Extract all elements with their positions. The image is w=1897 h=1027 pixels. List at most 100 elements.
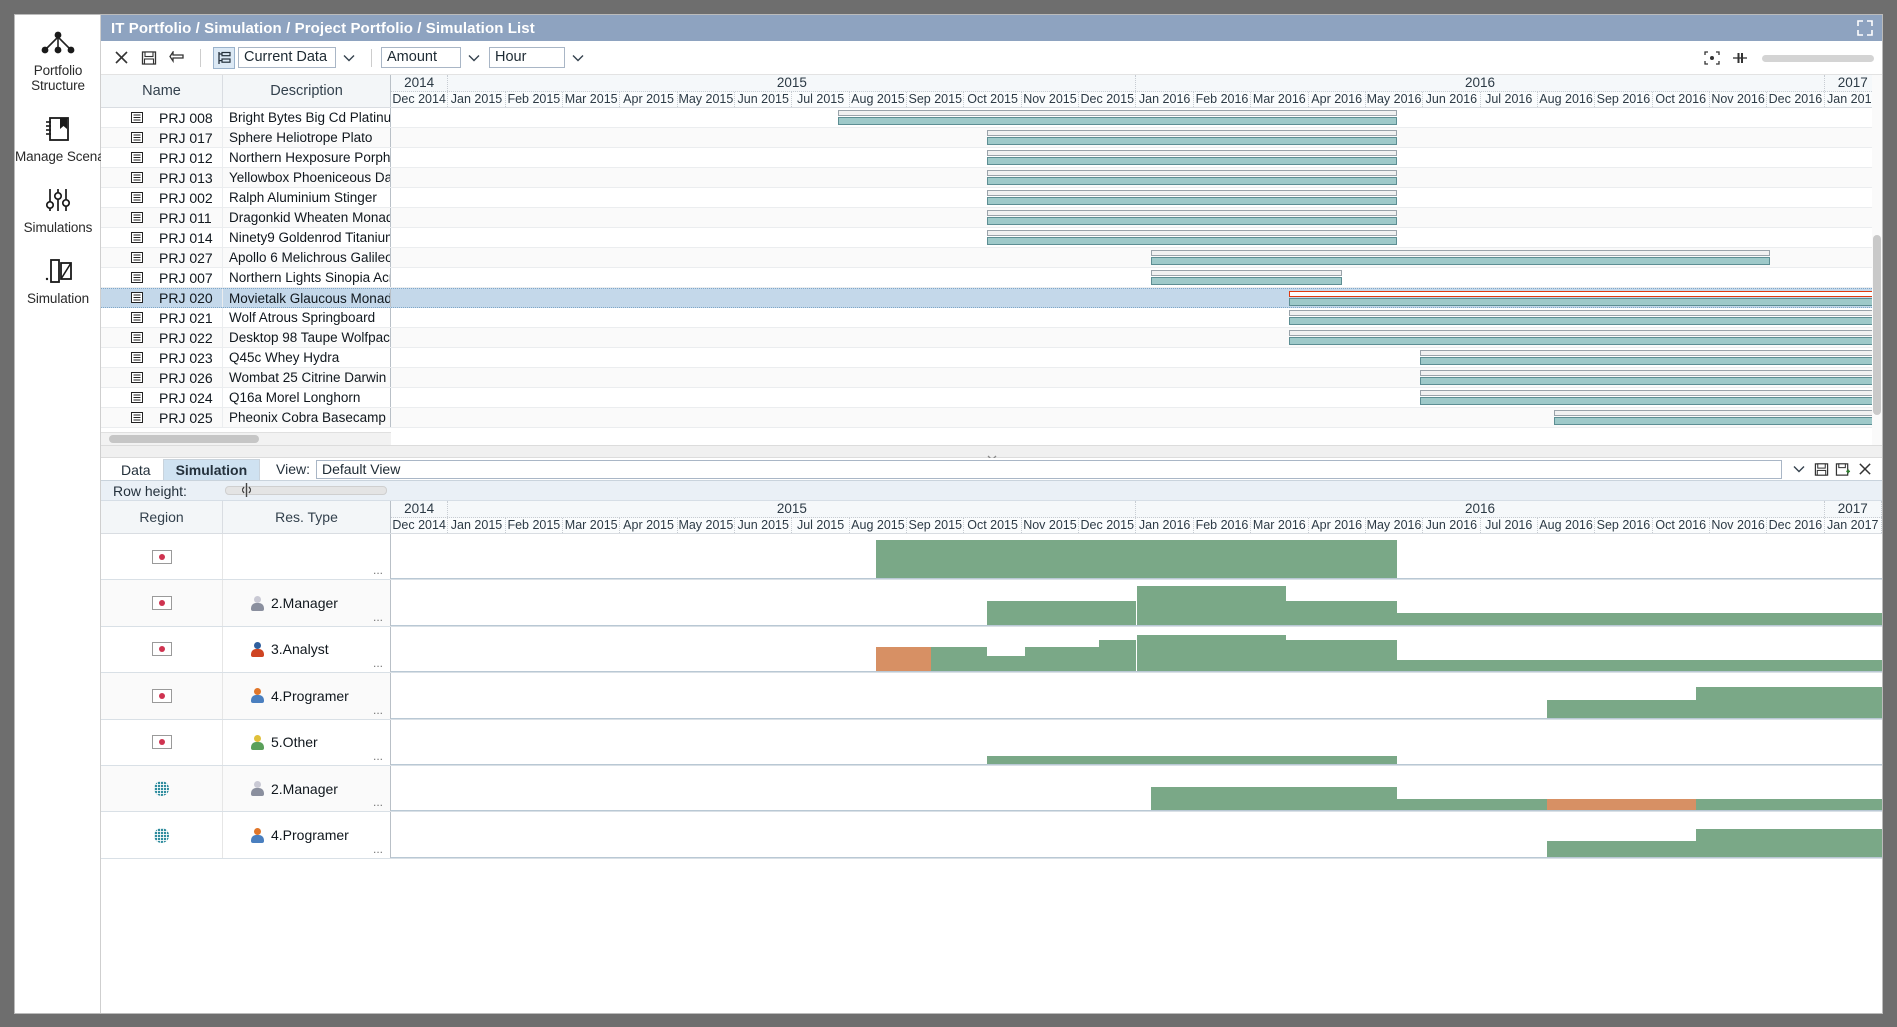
gantt-bar[interactable] [838, 110, 1398, 125]
table-row[interactable]: PRJ 024 Q16a Morel Longhorn [101, 388, 1882, 408]
scrollbar-thumb[interactable] [1873, 235, 1881, 415]
expand-icon[interactable] [1856, 19, 1874, 37]
gantt-bar[interactable] [1419, 390, 1882, 405]
table-row[interactable]: PRJ 008 Bright Bytes Big Cd Platinum Nile [101, 108, 1882, 128]
gantt-bar[interactable] [987, 130, 1398, 145]
resource-row[interactable]: 3.Analyst... [101, 626, 1882, 674]
histogram-segment[interactable] [1695, 798, 1882, 811]
chevron-down-icon[interactable] [1788, 459, 1810, 479]
histogram-segment[interactable] [1397, 798, 1547, 811]
row-detail-icon[interactable] [131, 150, 143, 166]
table-row[interactable]: PRJ 007 Northern Lights Sinopia Acrylic [101, 268, 1882, 288]
zoom-slider[interactable] [1762, 54, 1874, 62]
slider-thumb[interactable] [241, 483, 252, 497]
histogram-segment[interactable] [1151, 786, 1398, 811]
gantt-bar[interactable] [1289, 291, 1882, 306]
gantt-bar[interactable] [987, 170, 1398, 185]
measure-combo[interactable]: Amount [381, 47, 487, 68]
row-detail-icon[interactable] [131, 230, 143, 246]
row-detail-icon[interactable] [131, 190, 143, 206]
column-header-res-type[interactable]: Res. Type [223, 501, 391, 533]
histogram-segment[interactable] [1136, 634, 1286, 672]
histogram-segment[interactable] [875, 647, 932, 672]
histogram-segment[interactable] [931, 647, 988, 672]
gantt-bar[interactable] [987, 150, 1398, 165]
view-input[interactable] [315, 459, 1782, 479]
resource-row[interactable]: 4.Programer... [101, 673, 1882, 720]
histogram-segment[interactable] [1285, 600, 1398, 625]
row-height-slider[interactable] [225, 483, 387, 497]
histogram-segment[interactable] [1546, 700, 1696, 718]
row-detail-icon[interactable] [131, 350, 143, 366]
gantt-bar[interactable] [1419, 370, 1882, 385]
histogram-segment[interactable] [1695, 829, 1882, 857]
row-detail-icon[interactable] [131, 310, 143, 326]
column-header-region[interactable]: Region [101, 501, 223, 533]
close-icon[interactable] [110, 47, 132, 69]
row-detail-icon[interactable] [131, 130, 143, 146]
sidebar-item-simulation[interactable]: Simulation [15, 251, 101, 306]
row-detail-icon[interactable] [131, 270, 143, 286]
sidebar-item-manage-scenario[interactable]: Manage Scenario [15, 109, 101, 164]
zoom-slider-icon[interactable] [1729, 47, 1751, 69]
resource-row[interactable]: ... [101, 534, 1882, 581]
chevron-down-icon[interactable] [336, 47, 362, 68]
histogram-segment[interactable] [987, 755, 1398, 764]
row-detail-icon[interactable] [131, 210, 143, 226]
resource-row[interactable]: 2.Manager... [101, 765, 1882, 813]
chevron-down-icon[interactable] [461, 47, 487, 68]
resource-row[interactable]: 2.Manager... [101, 580, 1882, 627]
gantt-bar[interactable] [1289, 330, 1882, 345]
table-row[interactable]: PRJ 027 Apollo 6 Melichrous Galileo [101, 248, 1882, 268]
gantt-bar[interactable] [987, 230, 1398, 245]
fit-to-window-icon[interactable] [1701, 47, 1723, 69]
horizontal-scrollbar[interactable] [101, 432, 391, 445]
row-detail-icon[interactable] [131, 390, 143, 406]
column-header-name[interactable]: Name [101, 75, 223, 107]
histogram-segment[interactable] [1546, 841, 1696, 857]
histogram-segment[interactable] [1024, 647, 1100, 672]
table-row[interactable]: PRJ 023 Q45c Whey Hydra [101, 348, 1882, 368]
gantt-bar[interactable] [987, 190, 1398, 205]
histogram-segment[interactable] [1285, 640, 1398, 672]
splitter-grip-icon[interactable] [978, 448, 1006, 461]
row-detail-icon[interactable] [131, 110, 143, 126]
save-icon[interactable] [1810, 459, 1832, 479]
measure-combo-box[interactable]: Amount [381, 47, 461, 68]
gantt-bar[interactable] [1289, 310, 1882, 325]
table-row[interactable]: PRJ 002 Ralph Aluminium Stinger [101, 188, 1882, 208]
unit-combo-box[interactable]: Hour [489, 47, 565, 68]
table-row[interactable]: PRJ 017 Sphere Heliotrope Plato [101, 128, 1882, 148]
tab-simulation[interactable]: Simulation [162, 459, 261, 480]
table-row[interactable]: PRJ 022 Desktop 98 Taupe Wolfpack [101, 328, 1882, 348]
table-row[interactable]: PRJ 012 Northern Hexposure Porphyrous Ten… [101, 148, 1882, 168]
dataset-combo[interactable]: Current Data [238, 47, 362, 68]
panel-splitter[interactable] [101, 445, 1882, 461]
gantt-bar[interactable] [1553, 410, 1882, 425]
undo-icon[interactable] [166, 47, 188, 69]
scrollbar-thumb[interactable] [109, 435, 259, 443]
histogram-segment[interactable] [875, 540, 1398, 579]
sidebar-item-portfolio-structure[interactable]: Portfolio Structure [15, 23, 101, 93]
table-row[interactable]: PRJ 014 Ninety9 Goldenrod Titanium [101, 228, 1882, 248]
gantt-bar[interactable] [1151, 250, 1771, 265]
histogram-segment[interactable] [987, 655, 1025, 672]
row-detail-icon[interactable] [131, 250, 143, 266]
histogram-segment[interactable] [1397, 613, 1882, 625]
gantt-bar[interactable] [987, 210, 1398, 225]
table-row[interactable]: PRJ 025 Pheonix Cobra Basecamp [101, 408, 1882, 428]
table-row[interactable]: PRJ 013 Yellowbox Phoeniceous Dart [101, 168, 1882, 188]
histogram-segment[interactable] [1397, 659, 1882, 672]
row-detail-icon[interactable] [131, 330, 143, 346]
column-header-description[interactable]: Description [223, 75, 391, 107]
resource-row[interactable]: 5.Other... [101, 719, 1882, 766]
tab-data[interactable]: Data [109, 460, 163, 480]
histogram-segment[interactable] [987, 600, 1137, 625]
chevron-down-icon[interactable] [565, 47, 591, 68]
table-row[interactable]: PRJ 021 Wolf Atrous Springboard [101, 308, 1882, 328]
table-row[interactable]: PRJ 026 Wombat 25 Citrine Darwin [101, 368, 1882, 388]
histogram-segment[interactable] [1136, 586, 1286, 625]
close-icon[interactable] [1854, 459, 1876, 479]
sidebar-item-simulations[interactable]: Simulations [15, 180, 101, 235]
histogram-segment[interactable] [1546, 798, 1696, 811]
